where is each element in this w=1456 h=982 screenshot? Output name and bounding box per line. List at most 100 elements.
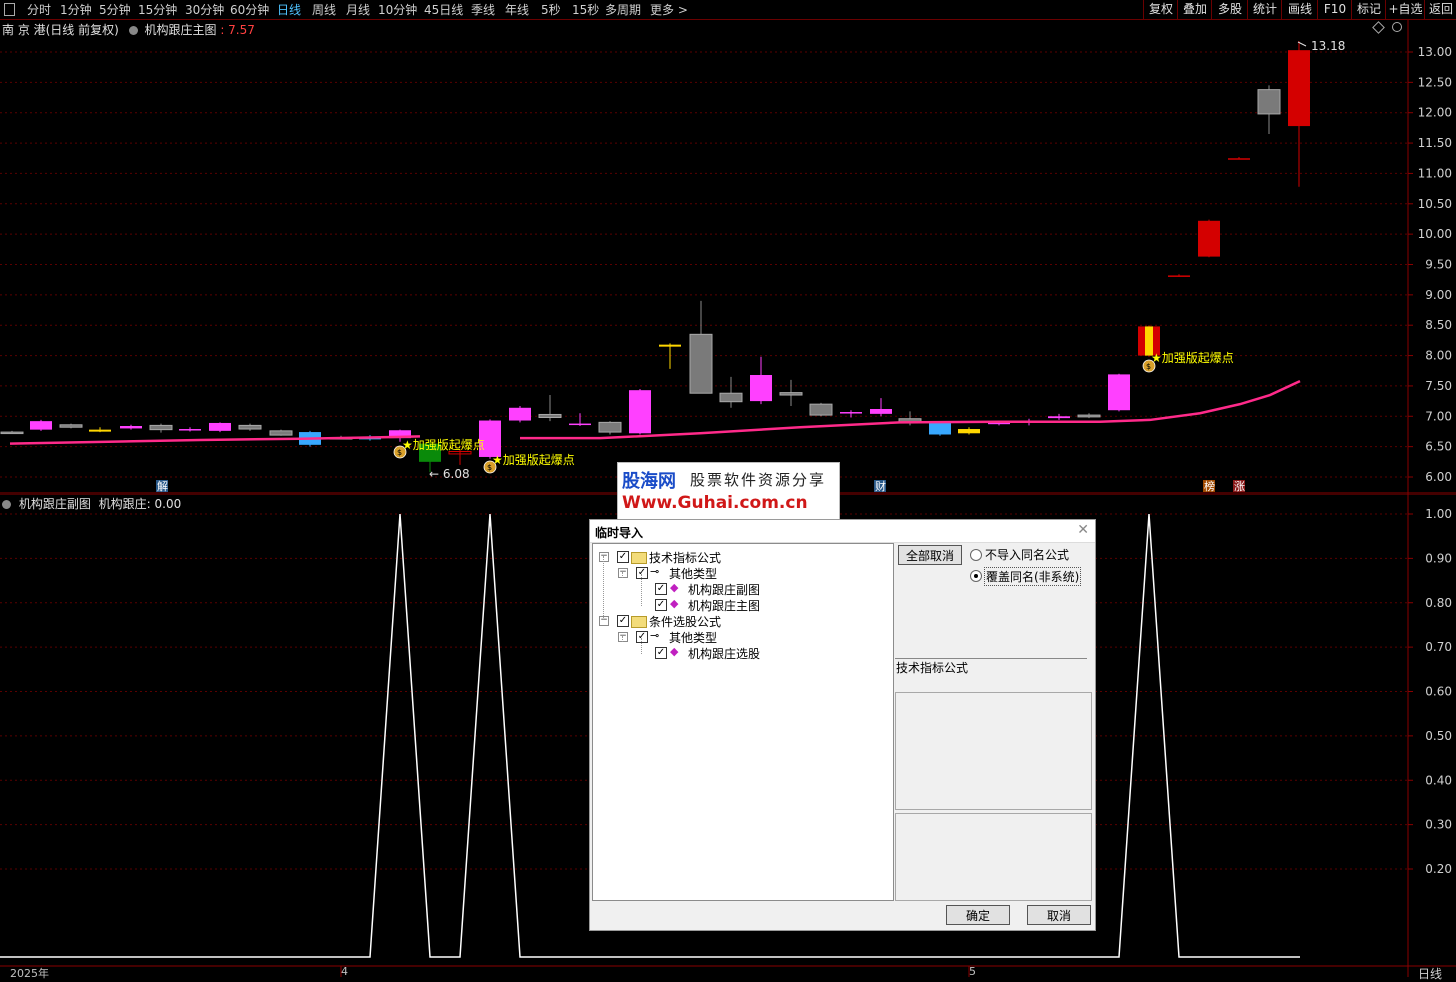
- radio-no-import-label[interactable]: 不导入同名公式: [985, 546, 1069, 563]
- period-tab-1[interactable]: 1分钟: [60, 1, 92, 18]
- period-tab-14[interactable]: 15秒: [572, 1, 599, 18]
- candle-body: [569, 423, 591, 426]
- period-tab-13[interactable]: 5秒: [541, 1, 561, 18]
- candle-body: [30, 421, 52, 430]
- collapse-icon[interactable]: −: [599, 552, 609, 562]
- candle-body: [209, 422, 231, 431]
- tree-label[interactable]: 机构跟庄副图: [688, 581, 760, 598]
- collapse-icon[interactable]: −: [599, 616, 609, 626]
- checkbox[interactable]: ✓: [636, 631, 648, 643]
- formula-tree[interactable]: − ✓ 技术指标公式 − ✓ ⊸ 其他类型 ✓ ◆ 机构跟庄副图 ✓ ◆ 机构跟庄主图 − ✓ 条件选股公式 −…: [592, 543, 894, 901]
- candle-body: [719, 392, 743, 403]
- tree-connector: [622, 572, 623, 578]
- candle-body: [1257, 89, 1281, 115]
- tree-connector: [622, 636, 623, 642]
- dialog-title: 临时导入: [595, 526, 644, 540]
- period-tab-12[interactable]: 年线: [505, 1, 529, 18]
- period-label[interactable]: 日线: [1418, 965, 1442, 982]
- period-tab-0[interactable]: 分时: [27, 1, 51, 18]
- candle-body: [509, 407, 531, 421]
- price-tick-label: 7.00: [1425, 409, 1452, 423]
- toolbar-btn-7[interactable]: +自选: [1385, 0, 1425, 19]
- tree-label[interactable]: 机构跟庄主图: [688, 597, 760, 614]
- ok-button[interactable]: 确定: [946, 905, 1010, 925]
- section-label: 技术指标公式: [896, 661, 969, 675]
- tree-label[interactable]: 技术指标公式: [649, 549, 721, 566]
- tree-label[interactable]: 其他类型: [669, 629, 717, 646]
- toolbar-btn-6[interactable]: 标记: [1351, 0, 1386, 19]
- period-tab-15[interactable]: 多周期: [605, 1, 641, 18]
- toolbar-btn-0[interactable]: 复权: [1143, 0, 1178, 19]
- cancel-all-button[interactable]: 全部取消: [898, 545, 962, 565]
- close-icon[interactable]: ✕: [1077, 522, 1089, 538]
- event-marker: 财: [875, 479, 886, 493]
- period-tab-9[interactable]: 10分钟: [378, 1, 417, 18]
- period-tab-2[interactable]: 5分钟: [99, 1, 131, 18]
- toolbar-menu-icon[interactable]: [4, 3, 15, 16]
- checkbox[interactable]: ✓: [617, 551, 629, 563]
- price-tick-label: 11.50: [1418, 136, 1452, 150]
- checkbox[interactable]: ✓: [655, 583, 667, 595]
- watermark-banner: 股海网 股票软件资源分享 Www.Guhai.com.cn: [617, 462, 840, 520]
- price-tick-label: 6.50: [1425, 440, 1452, 454]
- radio-overwrite-label[interactable]: 覆盖同名(非系统): [984, 567, 1082, 586]
- radio-no-import[interactable]: [970, 549, 982, 561]
- price-tick-label: 6.00: [1425, 470, 1452, 484]
- period-toolbar: 分时 1分钟 5分钟 15分钟 30分钟 60分钟 日线 周线 月线 10分钟 45日线 季线 年线 5秒…: [0, 0, 1456, 20]
- dialog-cancel-button[interactable]: 取消: [1027, 905, 1091, 925]
- toolbar-btn-2[interactable]: 多股: [1211, 0, 1248, 19]
- period-tab-3[interactable]: 15分钟: [138, 1, 177, 18]
- sub-tick-label: 0.20: [1425, 862, 1452, 876]
- event-marker: 榜: [1204, 479, 1215, 493]
- tree-connector: [641, 638, 642, 654]
- candle-body: [1228, 158, 1250, 160]
- price-tick-label: 11.00: [1418, 166, 1452, 180]
- tree-label[interactable]: 其他类型: [669, 565, 717, 582]
- candle-body: [59, 424, 83, 428]
- period-tab-5[interactable]: 60分钟: [230, 1, 269, 18]
- x-label-may: 5: [969, 965, 976, 978]
- collapse-icon[interactable]: −: [618, 632, 628, 642]
- candle-body: [149, 424, 173, 431]
- period-tab-4[interactable]: 30分钟: [185, 1, 224, 18]
- period-tab-8[interactable]: 月线: [346, 1, 370, 18]
- candle-body: [1198, 220, 1220, 257]
- period-tab-7[interactable]: 周线: [312, 1, 336, 18]
- candle-body: [1048, 416, 1070, 419]
- period-tab-11[interactable]: 季线: [471, 1, 495, 18]
- formula-icon: ◆: [670, 645, 679, 658]
- main-price-chart[interactable]: 13.00 12.50 12.00 11.50 11.00 10.50 10.00 9.50 9…: [0, 20, 1456, 494]
- period-tab-6[interactable]: 日线: [277, 1, 301, 18]
- candle-body: [689, 333, 713, 394]
- price-tick-label: 7.50: [1425, 379, 1452, 393]
- toolbar-btn-4[interactable]: 画线: [1281, 0, 1318, 19]
- toolbar-btn-3[interactable]: 统计: [1247, 0, 1282, 19]
- toolbar-btn-1[interactable]: 叠加: [1177, 0, 1212, 19]
- tree-label[interactable]: 条件选股公式: [649, 613, 721, 630]
- dialog-titlebar[interactable]: 临时导入 ✕: [590, 520, 1095, 543]
- sub-tick-label: 0.40: [1425, 773, 1452, 787]
- candle-body: [0, 431, 24, 435]
- preview-box-1: [895, 692, 1092, 810]
- key-icon: ⊸: [650, 629, 660, 642]
- sub-tick-label: 0.90: [1425, 551, 1452, 565]
- sub-tick-label: 0.50: [1425, 729, 1452, 743]
- candle-body: [598, 421, 622, 433]
- price-tick-label: 10.00: [1418, 227, 1452, 241]
- checkbox[interactable]: ✓: [636, 567, 648, 579]
- radio-overwrite[interactable]: [970, 570, 982, 582]
- period-tab-10[interactable]: 45日线: [424, 1, 463, 18]
- tree-label[interactable]: 机构跟庄选股: [688, 645, 760, 662]
- candle-body: [269, 430, 293, 436]
- folder-icon: [631, 552, 647, 564]
- checkbox[interactable]: ✓: [655, 647, 667, 659]
- toolbar-btn-5[interactable]: F10: [1317, 0, 1352, 19]
- checkbox[interactable]: ✓: [655, 599, 667, 611]
- candle-body: [809, 403, 833, 416]
- collapse-icon[interactable]: −: [618, 568, 628, 578]
- period-tab-16[interactable]: 更多 >: [650, 1, 688, 18]
- preview-box-2: [895, 813, 1092, 901]
- checkbox[interactable]: ✓: [617, 615, 629, 627]
- toolbar-btn-8[interactable]: 返回: [1424, 0, 1456, 19]
- candle-body: [1077, 414, 1101, 418]
